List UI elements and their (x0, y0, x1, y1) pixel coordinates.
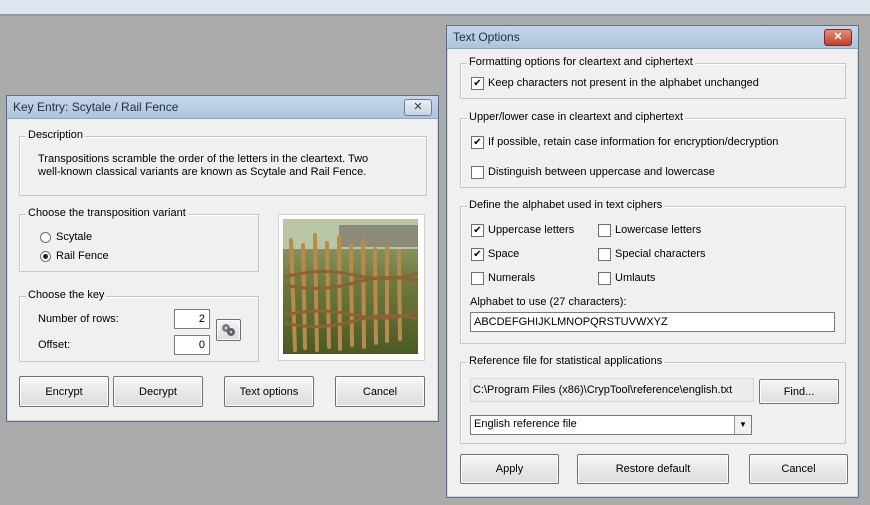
reference-file-value: English reference file (474, 418, 577, 430)
formatting-legend: Formatting options for cleartext and cip… (467, 56, 695, 68)
offset-label: Offset: (38, 339, 71, 351)
reference-path-display: C:\Program Files (x86)\CrypTool\referenc… (470, 378, 754, 402)
description-line-1: Transpositions scramble the order of the… (38, 153, 369, 165)
alphabet-group: Define the alphabet used in text ciphers… (460, 199, 846, 344)
uppercase-checkbox[interactable]: ✔ (471, 224, 484, 237)
umlauts-checkbox[interactable] (598, 272, 611, 285)
reference-group: Reference file for statistical applicati… (460, 355, 846, 444)
text-options-label: Text options (239, 385, 299, 398)
restore-default-button[interactable]: Restore default (577, 454, 729, 484)
rows-input[interactable]: 2 (174, 309, 210, 329)
apply-label: Apply (495, 463, 524, 475)
alphabet-legend: Define the alphabet used in text ciphers (467, 199, 665, 211)
description-legend: Description (26, 129, 86, 141)
apply-button[interactable]: Apply (460, 454, 559, 484)
special-characters-label: Special characters (615, 248, 706, 260)
key-entry-cancel-button[interactable]: Cancel (335, 376, 425, 407)
key-entry-cancel-label: Cancel (362, 385, 398, 398)
chevron-down-icon[interactable]: ▼ (734, 416, 751, 434)
key-group: Choose the key Number of rows: 2 Offset:… (19, 289, 259, 362)
key-legend: Choose the key (26, 289, 107, 301)
description-line-2: well-known classical variants are known … (38, 166, 367, 178)
special-characters-checkbox[interactable] (598, 248, 611, 261)
space-checkbox[interactable]: ✔ (471, 248, 484, 261)
text-options-dialog: Text Options ✕ Formatting options for cl… (446, 25, 859, 498)
reference-legend: Reference file for statistical applicati… (467, 355, 665, 367)
dice-icon (222, 324, 235, 336)
text-options-cancel-button[interactable]: Cancel (749, 454, 848, 484)
lowercase-label: Lowercase letters (615, 224, 702, 236)
alphabet-to-use-label: Alphabet to use (27 characters): (470, 296, 627, 308)
text-options-cancel-label: Cancel (781, 463, 816, 475)
uppercase-label: Uppercase letters (488, 224, 575, 236)
keep-characters-checkbox[interactable]: ✔ (471, 77, 484, 90)
key-entry-titlebar[interactable]: Key Entry: Scytale / Rail Fence ✕ (7, 96, 438, 119)
text-options-button[interactable]: Text options (224, 376, 314, 407)
key-entry-title: Key Entry: Scytale / Rail Fence (13, 100, 179, 114)
random-key-button[interactable] (216, 319, 241, 341)
decrypt-button[interactable]: Decrypt (113, 376, 203, 407)
decrypt-label: Decrypt (139, 385, 177, 398)
keep-characters-label: Keep characters not present in the alpha… (488, 77, 759, 89)
encrypt-button[interactable]: Encrypt (19, 376, 109, 407)
text-options-title: Text Options (453, 30, 520, 44)
rows-label: Number of rows: (38, 313, 119, 325)
key-entry-dialog: Key Entry: Scytale / Rail Fence ✕ Descri… (6, 95, 439, 422)
restore-default-label: Restore default (615, 463, 691, 475)
find-button[interactable]: Find... (759, 379, 839, 404)
encrypt-label: Encrypt (45, 385, 83, 398)
scytale-radio[interactable] (40, 232, 51, 243)
distinguish-case-checkbox[interactable] (471, 166, 484, 179)
space-label: Space (488, 248, 520, 260)
rail-fence-label: Rail Fence (56, 250, 109, 262)
text-options-titlebar[interactable]: Text Options ✕ (447, 26, 858, 49)
variant-legend: Choose the transposition variant (26, 207, 188, 219)
description-group: Description Transpositions scramble the … (19, 129, 427, 196)
close-icon[interactable]: ✕ (824, 29, 852, 46)
reference-file-select[interactable]: English reference file ▼ (470, 415, 752, 435)
rail-fence-radio[interactable] (40, 251, 51, 262)
umlauts-label: Umlauts (615, 272, 656, 284)
close-icon[interactable]: ✕ (404, 99, 432, 116)
find-label: Find... (783, 385, 815, 398)
case-legend: Upper/lower case in cleartext and cipher… (467, 111, 685, 123)
alphabet-input[interactable]: ABCDEFGHIJKLMNOPQRSTUVWXYZ (470, 312, 835, 332)
case-group: Upper/lower case in cleartext and cipher… (460, 111, 846, 188)
desktop-top-strip (0, 0, 870, 16)
scytale-label: Scytale (56, 231, 93, 243)
formatting-group: Formatting options for cleartext and cip… (460, 56, 846, 99)
rail-fence-image (278, 214, 425, 361)
variant-group: Choose the transposition variant Scytale… (19, 207, 259, 272)
distinguish-case-label: Distinguish between uppercase and lowerc… (488, 166, 715, 178)
offset-input[interactable]: 0 (174, 335, 210, 355)
retain-case-checkbox[interactable]: ✔ (471, 136, 484, 149)
numerals-checkbox[interactable] (471, 272, 484, 285)
lowercase-checkbox[interactable] (598, 224, 611, 237)
retain-case-label: If possible, retain case information for… (488, 136, 779, 148)
numerals-label: Numerals (488, 272, 536, 284)
